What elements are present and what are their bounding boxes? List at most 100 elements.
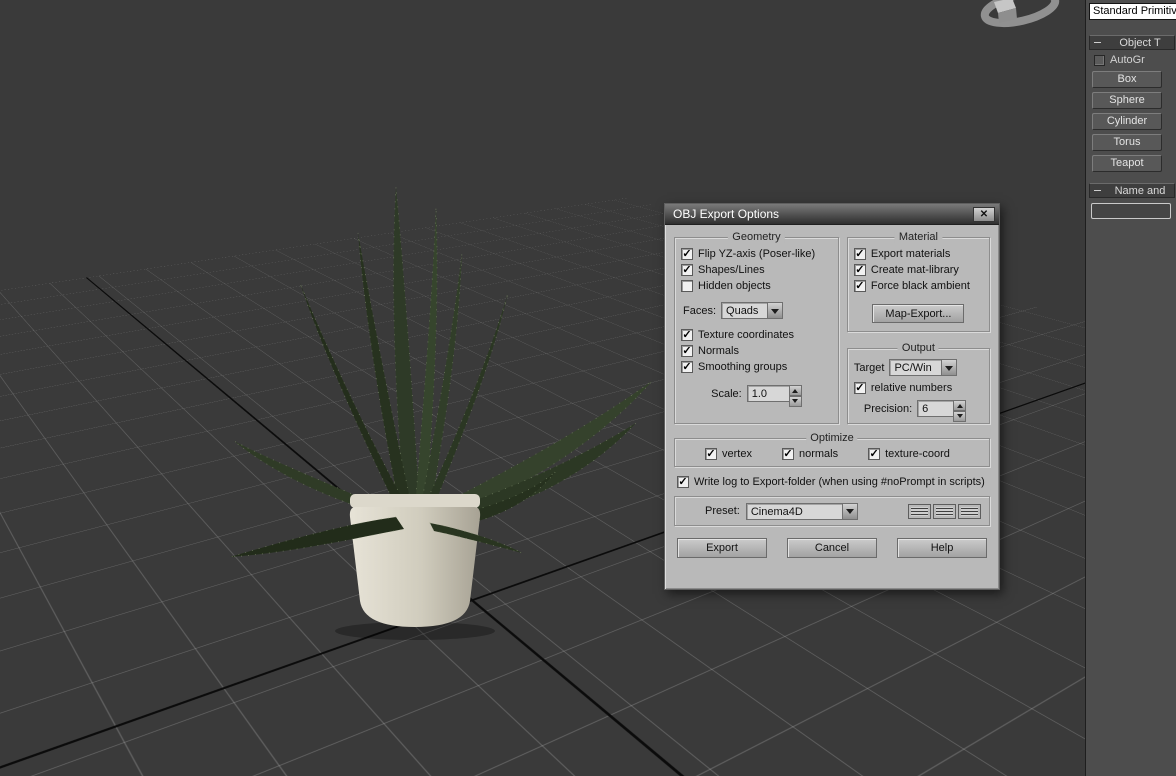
relative-numbers-checkbox[interactable]: ✓ (853, 382, 866, 394)
shapes-lines-checkbox[interactable]: ✓ (681, 264, 693, 276)
smoothing-groups-checkbox-row[interactable]: ✓ Smoothing groups (681, 361, 832, 373)
rollout-label: Name and (1114, 184, 1166, 197)
torus-button[interactable]: Torus (1092, 134, 1162, 151)
spinner-up-icon[interactable] (953, 400, 967, 411)
optimize-texcoord-checkbox[interactable]: ✓ (868, 448, 881, 460)
smoothing-groups-checkbox[interactable]: ✓ (681, 361, 693, 373)
rollout-label: Object T (1119, 36, 1161, 49)
shapes-lines-checkbox-row[interactable]: ✓ Shapes/Lines (681, 264, 832, 276)
create-matlib-checkbox-row[interactable]: ✓ Create mat-library (853, 264, 983, 276)
force-black-ambient-checkbox[interactable]: ✓ (853, 280, 866, 292)
box-button[interactable]: Box (1092, 71, 1162, 88)
autogrid-checkbox-row[interactable]: AutoGr (1094, 54, 1174, 66)
preset-table-icon[interactable] (908, 503, 931, 519)
spinner-up-icon[interactable] (788, 385, 802, 396)
collapse-icon (1094, 42, 1101, 43)
optimize-group-label: Optimize (806, 432, 858, 444)
texture-coordinates-checkbox-row[interactable]: ✓ Texture coordinates (681, 329, 832, 341)
export-button[interactable]: Export (677, 538, 767, 558)
preset-group: Preset: Cinema4D (674, 496, 990, 526)
faces-value: Quads (721, 302, 768, 319)
optimize-vertex-checkbox-row[interactable]: ✓ vertex (705, 448, 752, 460)
scale-spinner[interactable]: 1.0 (746, 385, 802, 407)
output-group-label: Output (897, 342, 939, 354)
spinner-down-icon[interactable] (953, 411, 967, 422)
dialog-buttons-row: Export Cancel Help (674, 538, 990, 558)
primitive-category-dropdown[interactable]: Standard Primitive (1089, 3, 1176, 20)
chevron-down-icon (771, 308, 780, 318)
sphere-button[interactable]: Sphere (1092, 92, 1162, 109)
preset-table-icon[interactable] (958, 503, 981, 519)
spinner-down-icon[interactable] (788, 396, 802, 407)
cylinder-button[interactable]: Cylinder (1092, 113, 1162, 130)
flip-yz-checkbox-row[interactable]: ✓ Flip YZ-axis (Poser-like) (681, 248, 832, 260)
scale-row: Scale: 1.0 (681, 385, 832, 407)
obj-export-options-dialog: OBJ Export Options ✕ Geometry ✓ Flip YZ-… (664, 203, 1000, 590)
chevron-down-icon (945, 365, 954, 375)
texture-coordinates-checkbox[interactable]: ✓ (681, 329, 693, 341)
texture-coordinates-label: Texture coordinates (698, 329, 794, 341)
create-matlib-checkbox[interactable]: ✓ (853, 264, 866, 276)
hidden-objects-label: Hidden objects (698, 280, 771, 292)
optimize-texcoord-checkbox-row[interactable]: ✓ texture-coord (868, 448, 950, 460)
dropdown-arrow-button[interactable] (941, 359, 958, 376)
close-button[interactable]: ✕ (973, 206, 995, 222)
optimize-vertex-checkbox[interactable]: ✓ (705, 448, 717, 460)
preset-dropdown[interactable]: Cinema4D (745, 502, 858, 520)
optimize-group: Optimize ✓ vertex ✓ normals ✓ texture-co… (674, 432, 990, 467)
autogrid-checkbox[interactable] (1094, 54, 1105, 66)
smoothing-groups-label: Smoothing groups (698, 361, 788, 373)
preset-value: Cinema4D (745, 502, 842, 520)
geometry-group-label: Geometry (728, 231, 785, 243)
rollout-object-type[interactable]: Object T (1089, 35, 1175, 50)
map-export-button[interactable]: Map-Export... (872, 304, 965, 323)
scale-value[interactable]: 1.0 (746, 385, 789, 402)
rollout-name-color[interactable]: Name and (1089, 183, 1175, 198)
plant-model[interactable] (200, 165, 700, 645)
force-black-ambient-checkbox-row[interactable]: ✓ Force black ambient (853, 280, 983, 292)
write-log-checkbox-row[interactable]: ✓ Write log to Export-folder (when using… (674, 476, 990, 488)
hidden-objects-checkbox[interactable]: ✓ (681, 280, 693, 292)
target-row: Target PC/Win (854, 359, 983, 376)
force-black-ambient-label: Force black ambient (870, 280, 970, 292)
faces-dropdown[interactable]: Quads (721, 302, 784, 319)
create-matlib-label: Create mat-library (870, 264, 959, 276)
write-log-checkbox[interactable]: ✓ (677, 476, 689, 488)
normals-checkbox-row[interactable]: ✓ Normals (681, 345, 832, 357)
dropdown-arrow-button[interactable] (841, 502, 858, 520)
target-value: PC/Win (889, 359, 942, 376)
teapot-button[interactable]: Teapot (1092, 155, 1162, 172)
help-button[interactable]: Help (897, 538, 987, 558)
preset-table-icon[interactable] (933, 503, 956, 519)
orbit-gizmo-icon[interactable] (972, 0, 1068, 36)
dropdown-arrow-button[interactable] (767, 302, 784, 319)
output-group: Output Target PC/Win ✓ relative numbers … (846, 342, 990, 424)
export-materials-label: Export materials (870, 248, 951, 260)
shapes-lines-label: Shapes/Lines (698, 264, 765, 276)
autogrid-label: AutoGr (1110, 54, 1145, 66)
normals-label: Normals (698, 345, 739, 357)
object-name-field[interactable] (1091, 203, 1171, 219)
precision-spinner[interactable]: 6 (917, 400, 967, 422)
target-label: Target (853, 361, 885, 374)
target-dropdown[interactable]: PC/Win (889, 359, 958, 376)
flip-yz-label: Flip YZ-axis (Poser-like) (698, 248, 816, 260)
precision-value[interactable]: 6 (917, 400, 954, 417)
export-materials-checkbox[interactable]: ✓ (853, 248, 866, 260)
cancel-button[interactable]: Cancel (787, 538, 877, 558)
export-materials-checkbox-row[interactable]: ✓ Export materials (853, 248, 983, 260)
flip-yz-checkbox[interactable]: ✓ (681, 248, 693, 260)
optimize-normals-label: normals (798, 448, 839, 460)
optimize-normals-checkbox[interactable]: ✓ (781, 448, 794, 460)
geometry-group: Geometry ✓ Flip YZ-axis (Poser-like) ✓ S… (674, 231, 839, 424)
preset-tools (908, 503, 981, 519)
relative-numbers-checkbox-row[interactable]: ✓ relative numbers (853, 382, 983, 394)
pot (349, 494, 481, 627)
dialog-title: OBJ Export Options (673, 207, 780, 221)
material-group: Material ✓ Export materials ✓ Create mat… (846, 231, 990, 332)
hidden-objects-checkbox-row[interactable]: ✓ Hidden objects (681, 280, 832, 292)
write-log-label: Write log to Export-folder (when using #… (694, 476, 985, 488)
optimize-normals-checkbox-row[interactable]: ✓ normals (781, 448, 839, 460)
normals-checkbox[interactable]: ✓ (681, 345, 693, 357)
dialog-titlebar[interactable]: OBJ Export Options ✕ (665, 204, 999, 225)
